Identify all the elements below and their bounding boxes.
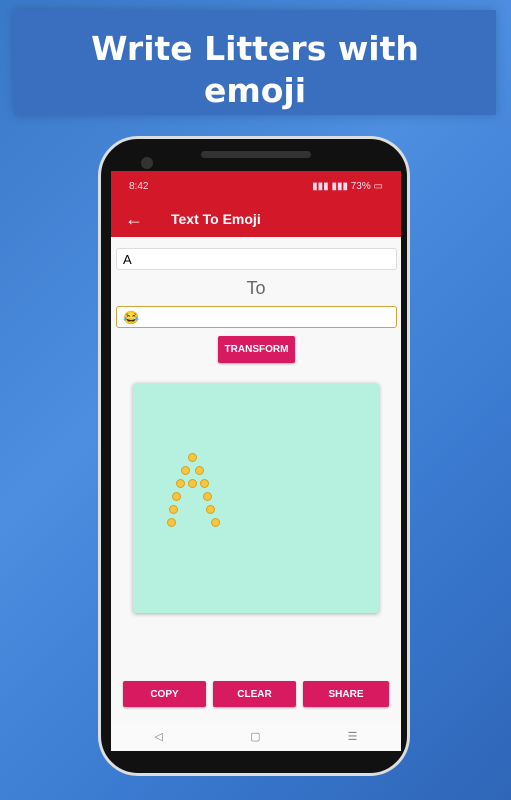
emoji-mark: [181, 466, 190, 475]
nav-bar: ◁ ▢ ☰: [111, 721, 401, 751]
emoji-art-output: [133, 383, 379, 613]
transform-button[interactable]: TRANSFORM: [218, 336, 295, 363]
nav-home-icon[interactable]: ▢: [250, 730, 260, 743]
emoji-mark: [211, 518, 220, 527]
phone-frame: 8:42 ▮▮▮ ▮▮▮ 73% ▭ ← Text To Emoji A To …: [98, 136, 410, 776]
copy-button[interactable]: COPY: [123, 681, 206, 707]
emoji-mark: [203, 492, 212, 501]
battery-icon: ▭: [373, 180, 383, 192]
status-icons: ▮▮▮ ▮▮▮ 73% ▭: [312, 181, 383, 192]
app-title: Text To Emoji: [171, 211, 261, 227]
emoji-value: 😂: [123, 310, 140, 325]
to-label: To: [246, 278, 266, 298]
emoji-mark: [188, 453, 197, 462]
banner-line-1: Write Litters with: [91, 29, 419, 68]
emoji-mark: [176, 479, 185, 488]
emoji-mark: [206, 505, 215, 514]
share-button[interactable]: SHARE: [303, 681, 389, 707]
emoji-mark: [195, 466, 204, 475]
text-input[interactable]: A: [116, 248, 397, 270]
signal-icon: ▮▮▮ ▮▮▮: [312, 180, 351, 192]
emoji-mark: [172, 492, 181, 501]
clear-button[interactable]: CLEAR: [213, 681, 296, 707]
emoji-mark: [188, 479, 197, 488]
app-screen: 8:42 ▮▮▮ ▮▮▮ 73% ▭ ← Text To Emoji A To …: [111, 171, 401, 751]
emoji-mark: [200, 479, 209, 488]
status-bar: 8:42 ▮▮▮ ▮▮▮ 73% ▭: [111, 171, 401, 201]
nav-back-icon[interactable]: ◁: [155, 730, 163, 743]
speaker: [201, 151, 311, 158]
battery-level: 73%: [350, 180, 371, 192]
status-time: 8:42: [129, 180, 149, 192]
emoji-mark: [167, 518, 176, 527]
emoji-mark: [169, 505, 178, 514]
app-bar: ← Text To Emoji: [111, 201, 401, 237]
banner-line-2: emoji: [203, 71, 307, 110]
camera: [141, 157, 153, 169]
emoji-input[interactable]: 😂: [116, 306, 397, 328]
nav-recents-icon[interactable]: ☰: [348, 730, 358, 743]
back-arrow-icon[interactable]: ←: [125, 209, 165, 230]
promo-banner: Write Litters with emoji: [14, 10, 496, 115]
